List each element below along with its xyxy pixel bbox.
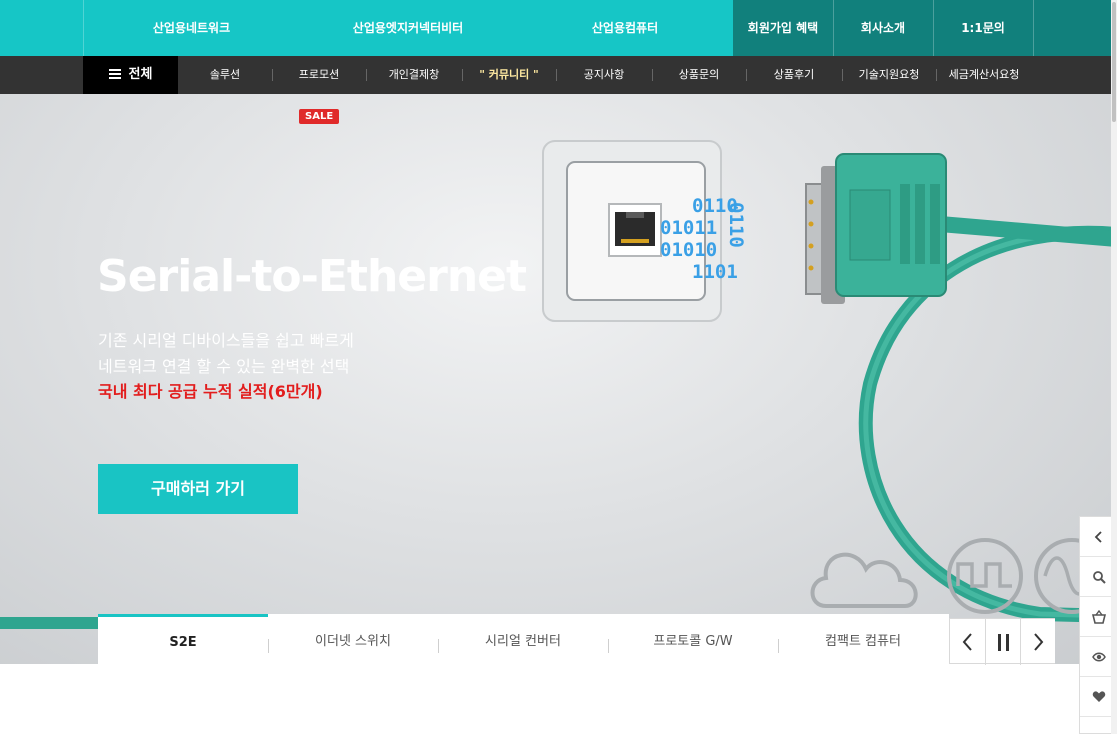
top-nav-membership-benefits[interactable]: 회원가입 혜택 <box>733 0 833 56</box>
tab-s2e[interactable]: S2E <box>98 614 268 664</box>
top-nav-industrial-computer[interactable]: 산업용컴퓨터 <box>517 0 733 56</box>
binary-digits: 01010 <box>660 239 717 261</box>
eye-icon <box>1092 652 1106 662</box>
hero-banner: 0110 0110 01011 01010 1101 SALE Serial-t… <box>0 94 1117 664</box>
hero-title: Serial-to-Ethernet <box>97 251 527 302</box>
top-nav-industrial-network[interactable]: 산업용네트워크 <box>84 0 299 56</box>
top-nav-edge-connector[interactable]: 산업용엣지커넥터비터 <box>299 0 517 56</box>
slider-pause-button[interactable] <box>985 619 1020 665</box>
slider-next-button[interactable] <box>1020 619 1055 665</box>
hero-description-line: 네트워크 연결 할 수 있는 완벽한 선택 <box>98 357 350 376</box>
hamburger-icon <box>108 69 121 79</box>
tab-protocol-gateway[interactable]: 프로토콜 G/W <box>608 614 778 664</box>
all-categories-button[interactable]: 전체 <box>83 56 178 94</box>
top-nav-company-intro[interactable]: 회사소개 <box>833 0 933 56</box>
subnav-item-product-inquiry[interactable]: 상품문의 <box>652 56 746 94</box>
scrollbar-thumb[interactable] <box>1112 2 1116 122</box>
binary-digits: 1101 <box>692 261 738 283</box>
heart-icon <box>1092 691 1106 702</box>
slider-prev-button[interactable] <box>950 619 985 665</box>
chevron-left-icon <box>1094 531 1102 543</box>
hero-description-line: 기존 시리얼 디바이스들을 쉽고 빠르게 <box>98 331 354 350</box>
basket-icon <box>1092 610 1106 624</box>
divider <box>1033 0 1034 56</box>
subnav-item-promotion[interactable]: 프로모션 <box>272 56 366 94</box>
tab-compact-computer[interactable]: 컴팩트 컴퓨터 <box>778 614 948 664</box>
product-tabs: S2E 이더넷 스위치 시리얼 컨버터 프로토콜 G/W 컴팩트 컴퓨터 <box>98 614 949 664</box>
chevron-left-icon <box>962 633 972 651</box>
tab-ethernet-switch[interactable]: 이더넷 스위치 <box>268 614 438 664</box>
hero-highlight-line: 국내 최다 공급 누적 실적(6만개) <box>98 382 323 401</box>
binary-digits: 0110 <box>692 195 738 217</box>
subnav-item-notice[interactable]: 공지사항 <box>556 56 652 94</box>
subnav-item-solution[interactable]: 솔루션 <box>178 56 272 94</box>
page-scrollbar[interactable] <box>1111 0 1117 734</box>
tab-serial-converter[interactable]: 시리얼 컨버터 <box>438 614 608 664</box>
subnav-item-community[interactable]: " 커뮤니티 " <box>462 56 556 94</box>
subnav-item-tech-support[interactable]: 기술지원요청 <box>842 56 936 94</box>
binary-digits: 01011 <box>660 217 717 239</box>
slider-controls <box>949 618 1055 665</box>
category-navigation: 전체 솔루션 프로모션 개인결제창 " 커뮤니티 " 공지사항 상품문의 상품후… <box>0 56 1117 94</box>
pause-icon <box>998 634 1009 651</box>
subnav-item-payment[interactable]: 개인결제창 <box>366 56 462 94</box>
top-nav-inquiry[interactable]: 1:1문의 <box>933 0 1033 56</box>
all-categories-label: 전체 <box>128 67 153 82</box>
search-icon <box>1093 571 1106 584</box>
top-navigation: 산업용네트워크 산업용엣지커넥터비터 산업용컴퓨터 회원가입 혜택 회사소개 1… <box>0 0 1117 56</box>
buy-now-button[interactable]: 구매하러 가기 <box>98 464 298 514</box>
subnav-item-tax-invoice[interactable]: 세금계산서요청 <box>936 56 1032 94</box>
sale-badge: SALE <box>299 109 340 124</box>
chevron-right-icon <box>1034 633 1044 651</box>
subnav-item-product-review[interactable]: 상품후기 <box>746 56 842 94</box>
top-nav-right-group: 회원가입 혜택 회사소개 1:1문의 <box>733 0 1117 56</box>
